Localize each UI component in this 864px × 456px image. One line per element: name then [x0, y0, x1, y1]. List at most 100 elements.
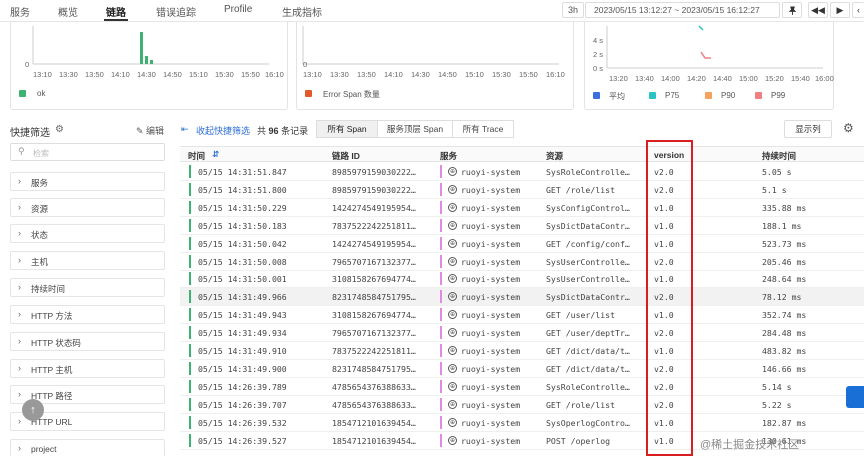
cell-trace-id[interactable]: 3108158267694774…	[332, 310, 434, 320]
cell-trace-id[interactable]: 8231748584751795…	[332, 292, 434, 302]
cell-trace-id[interactable]: 7965707167132377…	[332, 328, 434, 338]
cell-service[interactable]: ruoyi-system	[461, 274, 541, 284]
table-row[interactable]: 05/15 14:26:39.789 4785654376388633… ⊕ ruoy…	[180, 378, 864, 396]
table-row[interactable]: 05/15 14:31:49.943 3108158267694774… ⊕ ruoy…	[180, 306, 864, 325]
tab-services[interactable]: 服务	[10, 4, 30, 19]
cell-trace-id[interactable]: 7837522242251811…	[332, 346, 434, 356]
cell-trace-id[interactable]: 8985979159030222…	[332, 185, 434, 195]
cell-trace-id[interactable]: 7837522242251811…	[332, 221, 434, 231]
sort-icon[interactable]: ⇵	[212, 149, 219, 160]
cell-trace-id[interactable]: 8985979159030222…	[332, 167, 434, 177]
filter-item-service[interactable]: › 服务	[10, 172, 165, 191]
edit-filter-button[interactable]: ✎ 编辑	[136, 124, 164, 137]
table-row[interactable]: 05/15 14:26:39.532 1854712101639454… ⊕ ruoy…	[180, 414, 864, 432]
cell-resource[interactable]: SysRoleControlle…	[546, 167, 646, 177]
table-row[interactable]: 05/15 14:31:50.001 3108158267694774… ⊕ ruoy…	[180, 270, 864, 289]
legend-label-p99[interactable]: P99	[771, 91, 785, 100]
filter-item-project[interactable]: › project	[10, 439, 165, 456]
cell-service[interactable]: ruoyi-system	[461, 203, 541, 213]
tab-overview[interactable]: 概览	[58, 4, 78, 19]
cell-trace-id[interactable]: 3108158267694774…	[332, 274, 434, 284]
cell-resource[interactable]: SysUserControlle…	[546, 274, 646, 284]
col-service[interactable]: 服务	[440, 150, 457, 162]
collapse-filter-button[interactable]: 收起快捷筛选	[196, 124, 250, 137]
cell-resource[interactable]: GET /user/deptTr…	[546, 328, 646, 338]
quick-range-button[interactable]: 3h	[562, 2, 584, 18]
col-duration[interactable]: 持续时间	[762, 150, 796, 162]
cell-resource[interactable]: SysConfigControl…	[546, 203, 646, 213]
filter-item-duration[interactable]: › 持续时间	[10, 278, 165, 297]
cell-resource[interactable]: GET /user/list	[546, 310, 646, 320]
cell-resource[interactable]: GET /role/list	[546, 185, 646, 195]
cell-service[interactable]: ruoyi-system	[461, 382, 541, 392]
filter-search-input[interactable]: ⚲ 检索	[10, 143, 165, 161]
tab-error-tracking[interactable]: 错误追踪	[156, 4, 196, 19]
table-row[interactable]: 05/15 14:31:50.183 7837522242251811… ⊕ ruoy…	[180, 217, 864, 235]
table-row[interactable]: 05/15 14:31:49.900 8231748584751795… ⊕ ruoy…	[180, 360, 864, 378]
cell-resource[interactable]: SysOperlogContro…	[546, 418, 646, 428]
table-row[interactable]: 05/15 14:31:49.966 8231748584751795… ⊕ ruoy…	[180, 288, 864, 307]
cell-trace-id[interactable]: 7965707167132377…	[332, 257, 434, 267]
filter-item-status[interactable]: › 状态	[10, 224, 165, 243]
filter-item-http-host[interactable]: › HTTP 主机	[10, 359, 165, 378]
col-time[interactable]: 时间	[188, 150, 205, 162]
cell-trace-id[interactable]: 8231748584751795…	[332, 364, 434, 374]
cell-resource[interactable]: SysRoleControlle…	[546, 382, 646, 392]
collapse-filter-icon[interactable]: ⇤	[181, 124, 189, 135]
table-row[interactable]: 05/15 14:31:49.934 7965707167132377… ⊕ ruoy…	[180, 324, 864, 343]
legend-label-p90[interactable]: P90	[721, 91, 735, 100]
filter-item-http-method[interactable]: › HTTP 方法	[10, 305, 165, 324]
cell-service[interactable]: ruoyi-system	[461, 167, 541, 177]
table-row[interactable]: 05/15 14:26:39.707 4785654376388633… ⊕ ruoy…	[180, 396, 864, 414]
cell-service[interactable]: ruoyi-system	[461, 310, 541, 320]
cell-trace-id[interactable]: 1854712101639454…	[332, 436, 434, 446]
tab-profile[interactable]: Profile	[224, 4, 252, 15]
cell-resource[interactable]: GET /config/conf…	[546, 239, 646, 249]
tab-traces[interactable]: 链路	[106, 4, 126, 19]
tab-all-span[interactable]: 所有 Span	[316, 120, 378, 138]
settings-gear-icon[interactable]: ⚙	[843, 121, 854, 135]
pin-icon[interactable]	[782, 2, 802, 18]
cell-resource[interactable]: GET /dict/data/t…	[546, 346, 646, 356]
cell-trace-id[interactable]: 1424274549195954…	[332, 203, 434, 213]
legend-label-avg[interactable]: 平均	[609, 91, 625, 102]
cell-resource[interactable]: GET /role/list	[546, 400, 646, 410]
cell-service[interactable]: ruoyi-system	[461, 185, 541, 195]
cell-resource[interactable]: SysUserControlle…	[546, 257, 646, 267]
rewind-icon[interactable]: ◀◀	[808, 2, 828, 18]
tab-generate-metrics[interactable]: 生成指标	[282, 4, 322, 19]
table-row[interactable]: 05/15 14:31:51.800 8985979159030222… ⊕ ruoy…	[180, 181, 864, 199]
cell-resource[interactable]: GET /dict/data/t…	[546, 364, 646, 374]
cell-service[interactable]: ruoyi-system	[461, 436, 541, 446]
play-icon[interactable]: ▶	[830, 2, 850, 18]
table-row[interactable]: 05/15 14:31:50.008 7965707167132377… ⊕ ruoy…	[180, 253, 864, 271]
cell-trace-id[interactable]: 1424274549195954…	[332, 239, 434, 249]
cell-resource[interactable]: SysDictDataContr…	[546, 221, 646, 231]
legend-label-ok[interactable]: ok	[37, 89, 45, 98]
cell-service[interactable]: ruoyi-system	[461, 400, 541, 410]
table-row[interactable]: 05/15 14:31:50.042 1424274549195954… ⊕ ruoy…	[180, 235, 864, 253]
gear-icon[interactable]: ⚙	[55, 124, 64, 135]
cell-resource[interactable]: POST /operlog	[546, 436, 646, 446]
display-columns-button[interactable]: 显示列	[784, 120, 832, 138]
legend-label-p75[interactable]: P75	[665, 91, 679, 100]
cell-service[interactable]: ruoyi-system	[461, 257, 541, 267]
side-badge[interactable]	[846, 386, 864, 408]
cell-service[interactable]: ruoyi-system	[461, 418, 541, 428]
col-resource[interactable]: 资源	[546, 150, 563, 162]
cell-service[interactable]: ruoyi-system	[461, 221, 541, 231]
tab-all-trace[interactable]: 所有 Trace	[452, 120, 514, 138]
table-row[interactable]: 05/15 14:31:49.910 7837522242251811… ⊕ ruoy…	[180, 342, 864, 360]
tab-service-top-span[interactable]: 服务顶层 Span	[377, 120, 453, 138]
filter-item-host[interactable]: › 主机	[10, 251, 165, 270]
time-range-picker[interactable]: 2023/05/15 13:12:27 ~ 2023/05/15 16:12:2…	[585, 2, 780, 18]
cell-trace-id[interactable]: 4785654376388633…	[332, 382, 434, 392]
col-trace-id[interactable]: 链路 ID	[332, 150, 360, 162]
scroll-top-icon[interactable]: ↑	[22, 399, 44, 421]
table-row[interactable]: 05/15 14:31:50.229 1424274549195954… ⊕ ruoy…	[180, 199, 864, 217]
cell-resource[interactable]: SysDictDataContr…	[546, 292, 646, 302]
cell-service[interactable]: ruoyi-system	[461, 239, 541, 249]
table-row[interactable]: 05/15 14:31:51.847 8985979159030222… ⊕ ruoy…	[180, 163, 864, 181]
cell-service[interactable]: ruoyi-system	[461, 292, 541, 302]
cell-service[interactable]: ruoyi-system	[461, 364, 541, 374]
